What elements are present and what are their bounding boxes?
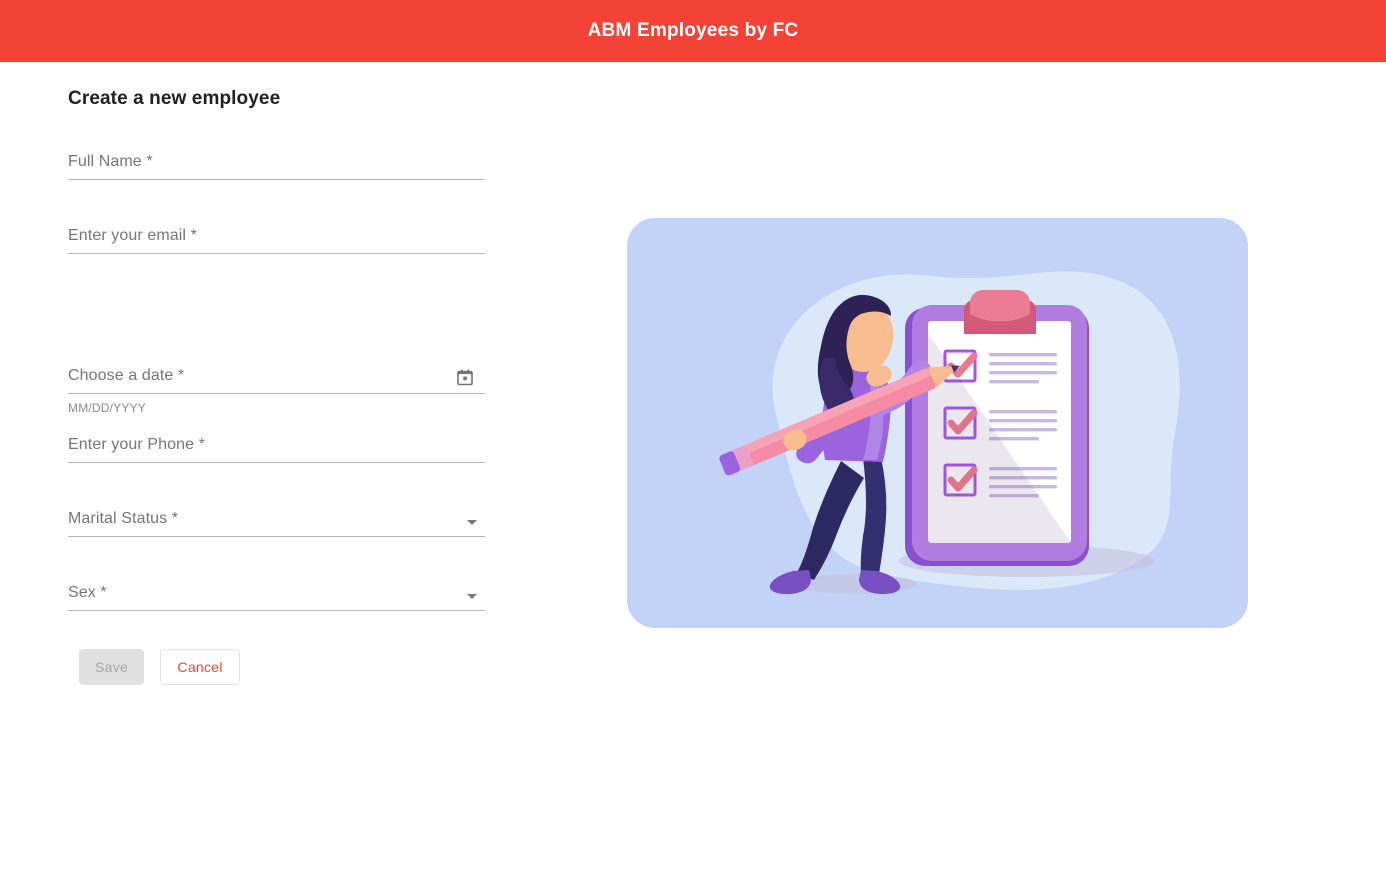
phone-label: Enter your Phone *: [68, 436, 205, 453]
chevron-down-icon[interactable]: [467, 594, 477, 599]
email-label: Enter your email *: [68, 227, 197, 244]
cancel-button[interactable]: Cancel: [160, 649, 241, 685]
save-button[interactable]: Save: [79, 649, 145, 685]
page-content: Create a new employee Full Name * Enter …: [0, 62, 1386, 887]
checklist-illustration-card: [627, 218, 1248, 628]
app-header-bar: ABM Employees by FC: [0, 0, 1386, 62]
full-name-label: Full Name *: [68, 153, 153, 170]
date-input[interactable]: Choose a date *: [68, 360, 485, 394]
field-phone: Enter your Phone *: [68, 429, 485, 463]
calendar-icon[interactable]: [457, 369, 473, 386]
create-employee-form: Create a new employee Full Name * Enter …: [68, 88, 488, 685]
marital-status-select[interactable]: Marital Status *: [68, 503, 485, 537]
date-label: Choose a date *: [68, 367, 185, 384]
field-full-name: Full Name *: [68, 146, 485, 180]
phone-input[interactable]: Enter your Phone *: [68, 429, 485, 463]
checklist-clipboard-illustration: [719, 271, 1180, 595]
sex-label: Sex *: [68, 584, 107, 601]
field-date: Choose a date * MM/DD/YYYY: [68, 360, 485, 415]
chevron-down-icon[interactable]: [467, 520, 477, 525]
sex-select[interactable]: Sex *: [68, 577, 485, 611]
field-email: Enter your email *: [68, 220, 485, 254]
marital-status-label: Marital Status *: [68, 510, 179, 527]
form-actions: Save Cancel: [68, 649, 488, 685]
field-marital-status: Marital Status *: [68, 503, 485, 537]
email-input[interactable]: Enter your email *: [68, 220, 485, 254]
field-sex: Sex *: [68, 577, 485, 611]
app-title: ABM Employees by FC: [587, 20, 799, 41]
date-format-hint: MM/DD/YYYY: [68, 401, 147, 415]
page-title: Create a new employee: [68, 88, 281, 109]
full-name-input[interactable]: Full Name *: [68, 146, 485, 180]
